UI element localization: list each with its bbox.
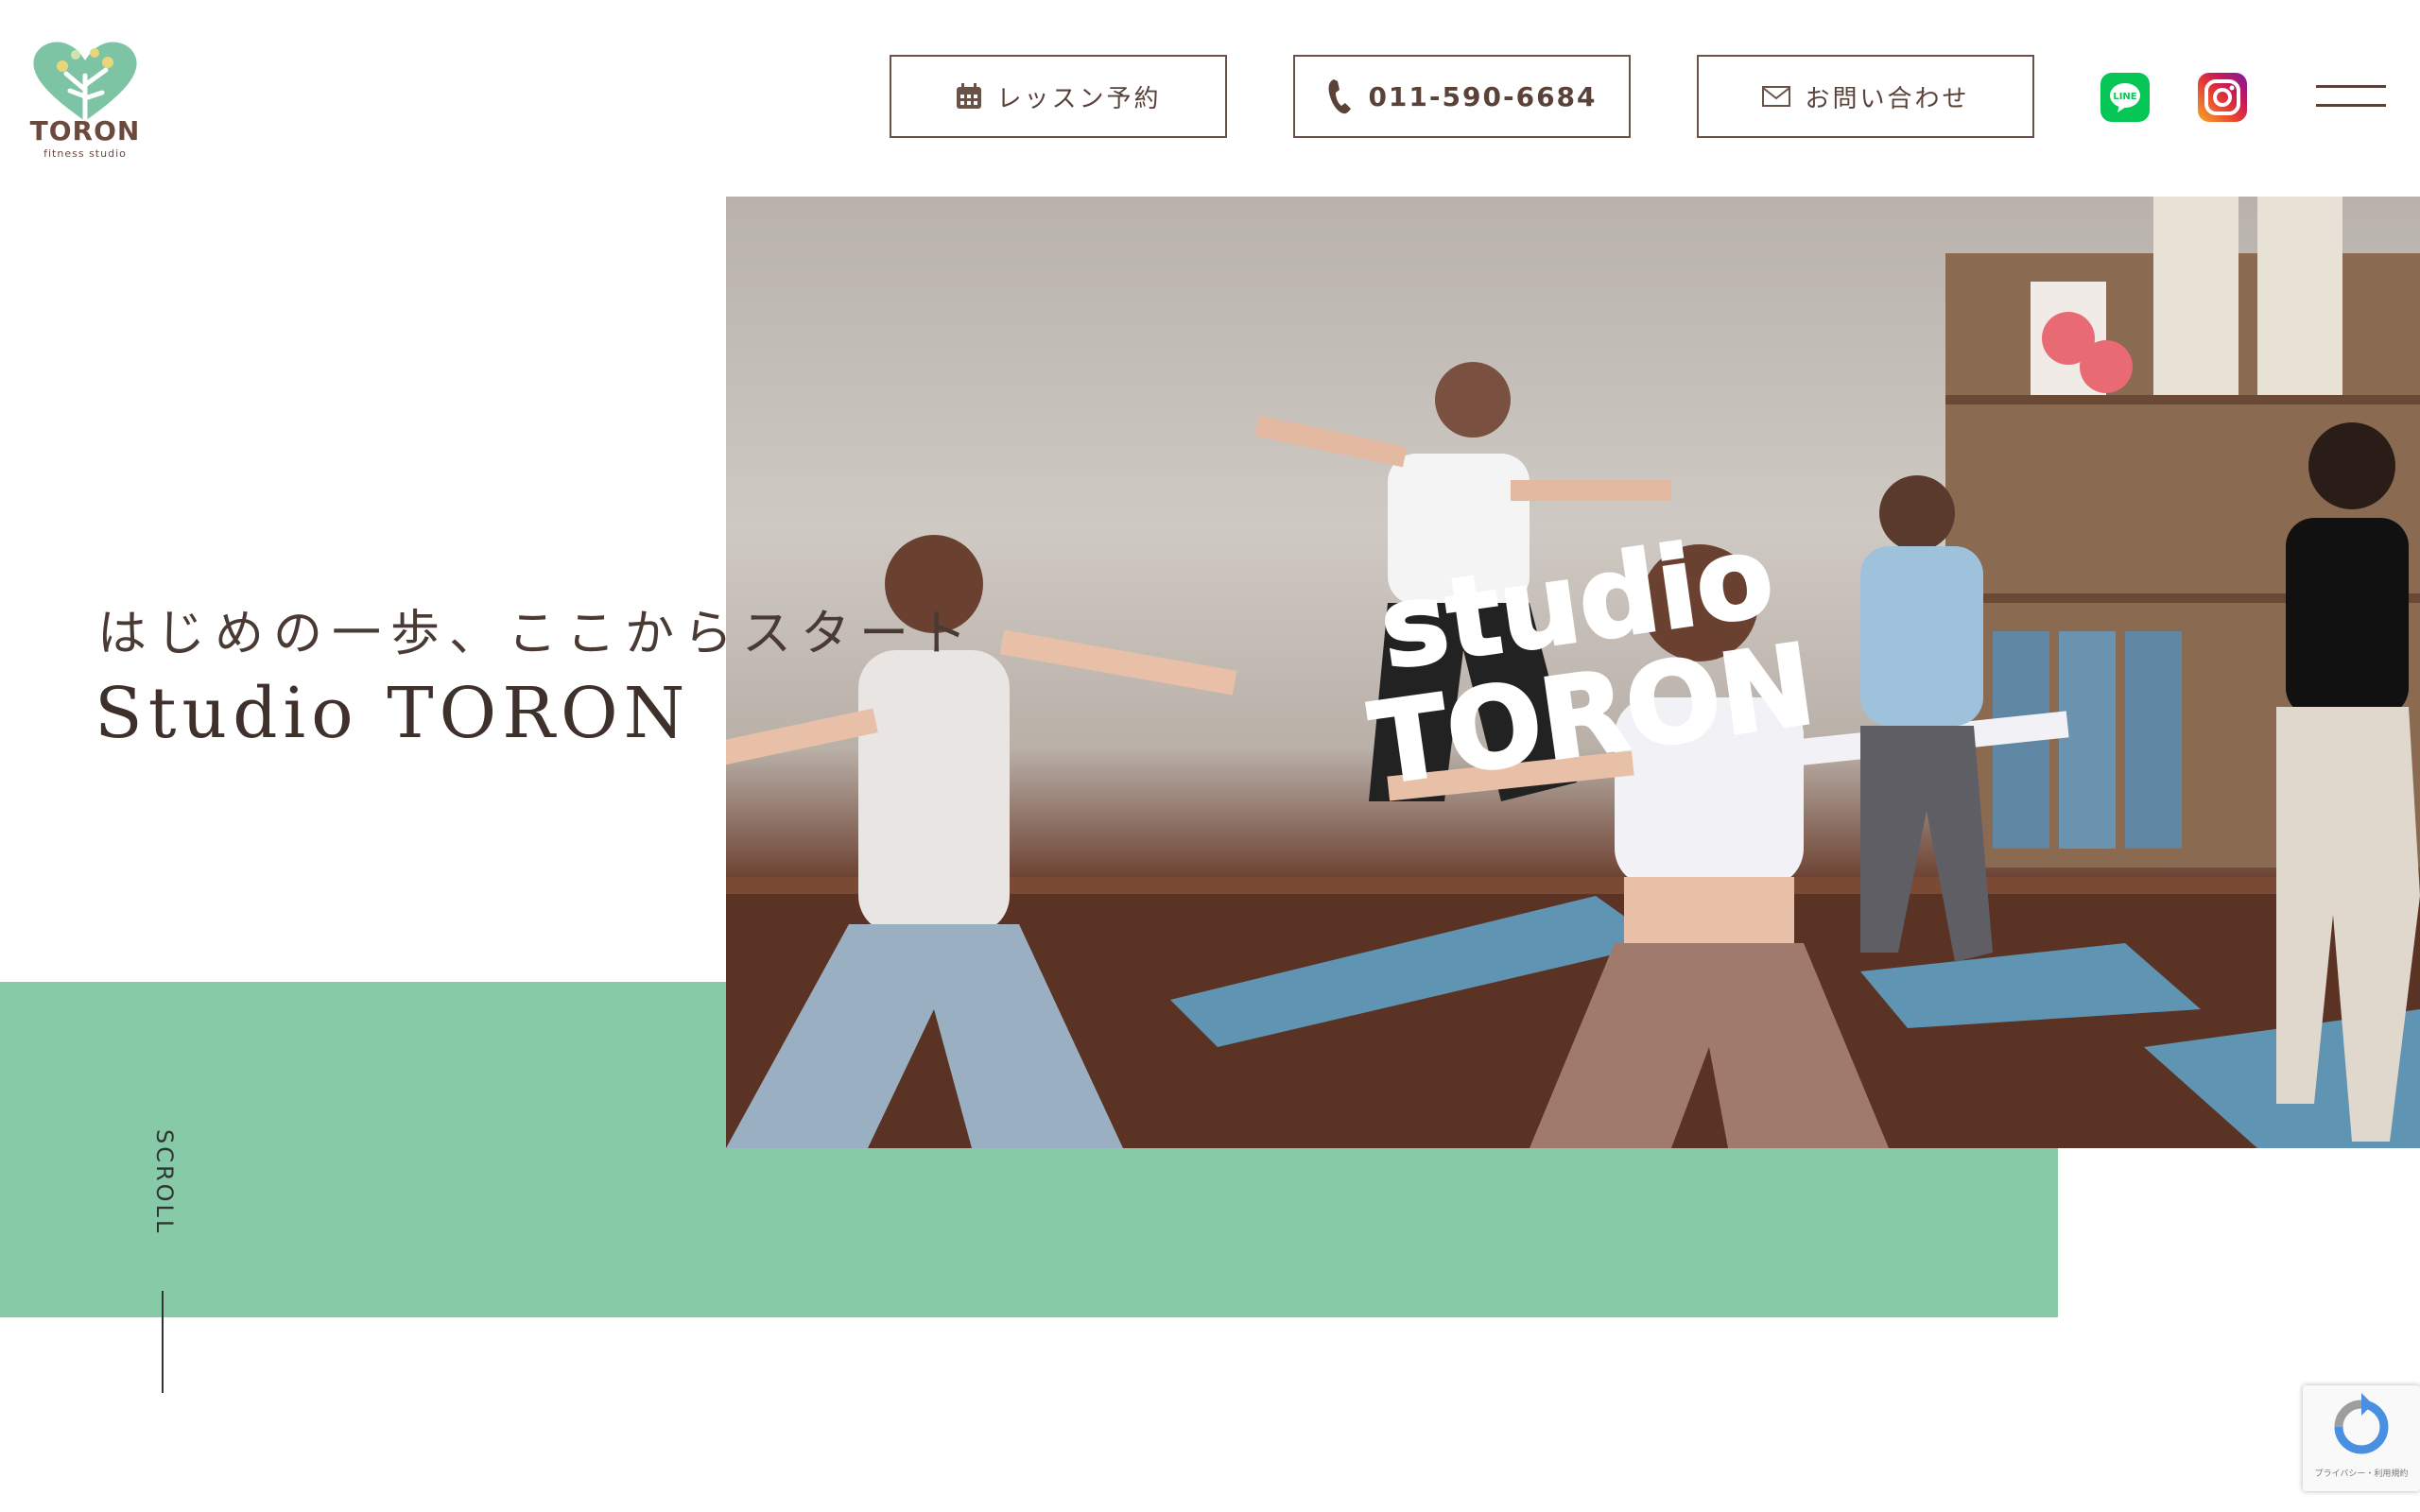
hero-tagline: はじめの一歩、ここからスタート bbox=[97, 606, 977, 662]
logo-wordmark: TORON bbox=[29, 115, 141, 146]
calendar-icon bbox=[955, 82, 983, 111]
site-logo[interactable]: TORON fitness studio bbox=[28, 38, 142, 165]
lesson-reservation-button[interactable]: レッスン予約 bbox=[890, 55, 1227, 138]
scroll-line bbox=[162, 1291, 164, 1393]
hero-image: studio TORON bbox=[726, 197, 2420, 1148]
mail-icon bbox=[1761, 85, 1791, 108]
line-icon[interactable]: LINE bbox=[2100, 73, 2150, 122]
contact-label: お問い合わせ bbox=[1805, 84, 1970, 113]
phone-button[interactable]: 011-590-6684 bbox=[1293, 55, 1631, 138]
svg-text:LINE: LINE bbox=[2113, 92, 2136, 102]
phone-icon bbox=[1326, 77, 1355, 115]
instagram-icon[interactable] bbox=[2198, 73, 2247, 122]
hero-title: Studio TORON bbox=[95, 673, 691, 754]
tree-heart-icon bbox=[33, 42, 137, 121]
menu-line bbox=[2316, 85, 2386, 88]
recaptcha-badge[interactable]: プライバシー・利用規約 bbox=[2303, 1385, 2420, 1491]
menu-line bbox=[2316, 104, 2386, 107]
scroll-label[interactable]: SCROLL bbox=[151, 1129, 178, 1235]
recaptcha-icon bbox=[2334, 1393, 2389, 1454]
menu-button[interactable] bbox=[2316, 85, 2386, 110]
lesson-reservation-label: レッスン予約 bbox=[996, 84, 1162, 113]
contact-button[interactable]: お問い合わせ bbox=[1697, 55, 2034, 138]
logo-subtitle: fitness studio bbox=[43, 147, 127, 160]
recaptcha-text: プライバシー・利用規約 bbox=[2314, 1469, 2409, 1479]
phone-number: 011-590-6684 bbox=[1368, 80, 1598, 112]
